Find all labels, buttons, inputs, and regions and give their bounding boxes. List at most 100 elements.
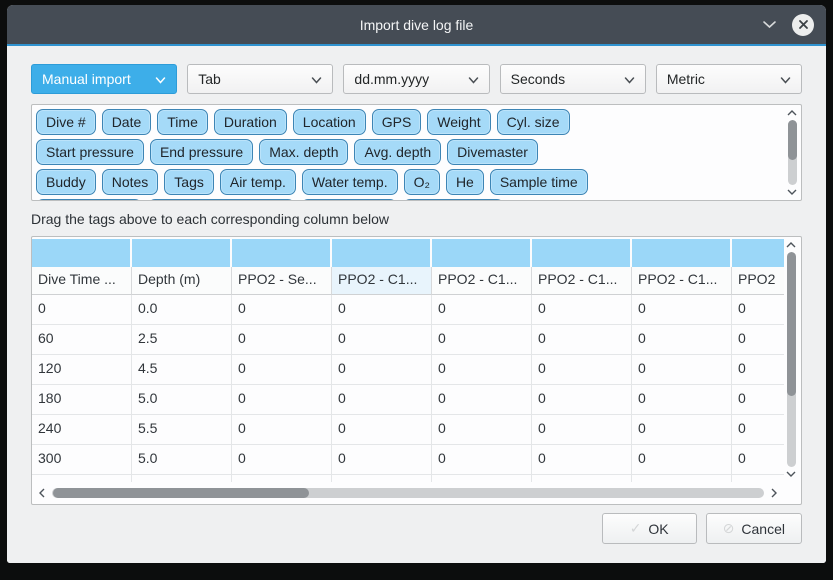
table-cell[interactable]: 0: [532, 355, 632, 385]
tag-start-pressure[interactable]: Start pressure: [36, 139, 144, 165]
table-cell[interactable]: 0: [232, 355, 332, 385]
table-cell[interactable]: 0: [732, 295, 784, 325]
table-cell[interactable]: 0: [432, 325, 532, 355]
column-drop-target[interactable]: [132, 239, 232, 267]
tag-duration[interactable]: Duration: [214, 109, 287, 135]
tag-dive[interactable]: Dive #: [36, 109, 96, 135]
column-drop-target[interactable]: [232, 239, 332, 267]
column-drop-target[interactable]: [332, 239, 432, 267]
table-cell[interactable]: 0: [332, 385, 432, 415]
column-drop-target[interactable]: [532, 239, 632, 267]
table-cell[interactable]: 0: [732, 415, 784, 445]
column-drop-target[interactable]: [432, 239, 532, 267]
table-cell[interactable]: 0: [732, 385, 784, 415]
table-cell[interactable]: 2.5: [132, 325, 232, 355]
table-cell[interactable]: 0: [432, 385, 532, 415]
tag-date[interactable]: Date: [102, 109, 152, 135]
close-button[interactable]: [792, 14, 814, 36]
column-header[interactable]: PPO2 - C1...: [432, 267, 532, 295]
column-header[interactable]: PPO2 - C1...: [332, 267, 432, 295]
tag-max-depth[interactable]: Max. depth: [259, 139, 348, 165]
column-drop-target[interactable]: [732, 239, 784, 267]
table-cell[interactable]: 0: [332, 415, 432, 445]
table-cell[interactable]: 0: [32, 295, 132, 325]
table-cell[interactable]: 0: [332, 325, 432, 355]
table-cell[interactable]: 180: [32, 385, 132, 415]
tag-sample-cns[interactable]: Sample CNS: [403, 199, 504, 201]
table-cell[interactable]: 0: [532, 415, 632, 445]
tag-buddy[interactable]: Buddy: [36, 169, 96, 195]
tag-avg-depth[interactable]: Avg. depth: [354, 139, 441, 165]
tag-cyl-size[interactable]: Cyl. size: [497, 109, 570, 135]
table-vscrollbar-track[interactable]: [787, 252, 796, 467]
titlebar[interactable]: Import dive log file: [7, 5, 826, 44]
table-cell[interactable]: 0: [232, 415, 332, 445]
table-cell[interactable]: 4.5: [132, 355, 232, 385]
table-cell[interactable]: 120: [32, 355, 132, 385]
table-cell[interactable]: 0: [632, 445, 732, 475]
table-cell[interactable]: 0: [532, 295, 632, 325]
column-header[interactable]: PPO2: [732, 267, 784, 295]
table-cell[interactable]: 60: [32, 325, 132, 355]
dropdown-manual-import[interactable]: Manual import: [31, 64, 177, 94]
tag-o[interactable]: O₂: [404, 169, 440, 195]
scroll-right-icon[interactable]: [768, 488, 780, 498]
table-cell[interactable]: 0: [332, 445, 432, 475]
table-cell[interactable]: 300: [32, 445, 132, 475]
table-cell[interactable]: 0: [332, 355, 432, 385]
table-cell[interactable]: 0: [732, 355, 784, 385]
scroll-left-icon[interactable]: [36, 488, 48, 498]
column-drop-target[interactable]: [32, 239, 132, 267]
cancel-button[interactable]: ⊘ Cancel: [706, 513, 802, 544]
table-cell[interactable]: 5.0: [132, 385, 232, 415]
tag-sample-time[interactable]: Sample time: [490, 169, 588, 195]
table-cell[interactable]: 0: [432, 445, 532, 475]
table-cell[interactable]: 0: [232, 385, 332, 415]
table-hscrollbar-thumb[interactable]: [53, 488, 309, 498]
table-cell[interactable]: 5.0: [132, 445, 232, 475]
shade-chevron-icon[interactable]: [762, 19, 778, 31]
column-header[interactable]: Depth (m): [132, 267, 232, 295]
table-cell[interactable]: 0: [432, 415, 532, 445]
scroll-up-icon[interactable]: [786, 108, 798, 118]
scroll-down-icon[interactable]: [786, 187, 798, 197]
scroll-up-icon[interactable]: [785, 240, 797, 250]
tag-weight[interactable]: Weight: [427, 109, 490, 135]
scroll-down-icon[interactable]: [785, 469, 797, 479]
tag-sample-po[interactable]: Sample pO₂: [301, 199, 396, 201]
dropdown-seconds[interactable]: Seconds: [500, 64, 646, 94]
ok-button[interactable]: ✓ OK: [602, 513, 697, 544]
tags-scrollbar[interactable]: [785, 108, 799, 197]
table-cell[interactable]: 0: [232, 325, 332, 355]
table-cell[interactable]: 0: [432, 355, 532, 385]
tags-scrollbar-thumb[interactable]: [788, 120, 797, 160]
dropdown-metric[interactable]: Metric: [656, 64, 802, 94]
tag-tags[interactable]: Tags: [164, 169, 214, 195]
tag-he[interactable]: He: [446, 169, 484, 195]
table-vscrollbar[interactable]: [784, 237, 798, 482]
table-cell[interactable]: 0: [432, 295, 532, 325]
table-cell[interactable]: 0: [732, 445, 784, 475]
tag-air-temp[interactable]: Air temp.: [220, 169, 296, 195]
column-header[interactable]: Dive Time ...: [32, 267, 132, 295]
dropdown-tab[interactable]: Tab: [187, 64, 333, 94]
table-hscrollbar[interactable]: [32, 482, 784, 504]
tag-water-temp[interactable]: Water temp.: [302, 169, 398, 195]
table-cell[interactable]: 0: [532, 445, 632, 475]
table-vscrollbar-thumb[interactable]: [787, 252, 796, 396]
tag-sample-temperature[interactable]: Sample temperature: [148, 199, 295, 201]
table-cell[interactable]: 0: [632, 385, 732, 415]
tag-location[interactable]: Location: [293, 109, 366, 135]
tag-divemaster[interactable]: Divemaster: [447, 139, 538, 165]
column-header[interactable]: PPO2 - Se...: [232, 267, 332, 295]
tag-time[interactable]: Time: [157, 109, 208, 135]
tag-gps[interactable]: GPS: [372, 109, 422, 135]
table-cell[interactable]: 0: [532, 325, 632, 355]
table-cell[interactable]: 0: [632, 415, 732, 445]
tags-scrollbar-track[interactable]: [788, 120, 797, 185]
table-cell[interactable]: 0: [532, 385, 632, 415]
table-cell[interactable]: 0: [632, 355, 732, 385]
table-cell[interactable]: 0: [632, 295, 732, 325]
dropdown-dd-mm-yyyy[interactable]: dd.mm.yyyy: [343, 64, 489, 94]
table-cell[interactable]: 5.5: [132, 415, 232, 445]
